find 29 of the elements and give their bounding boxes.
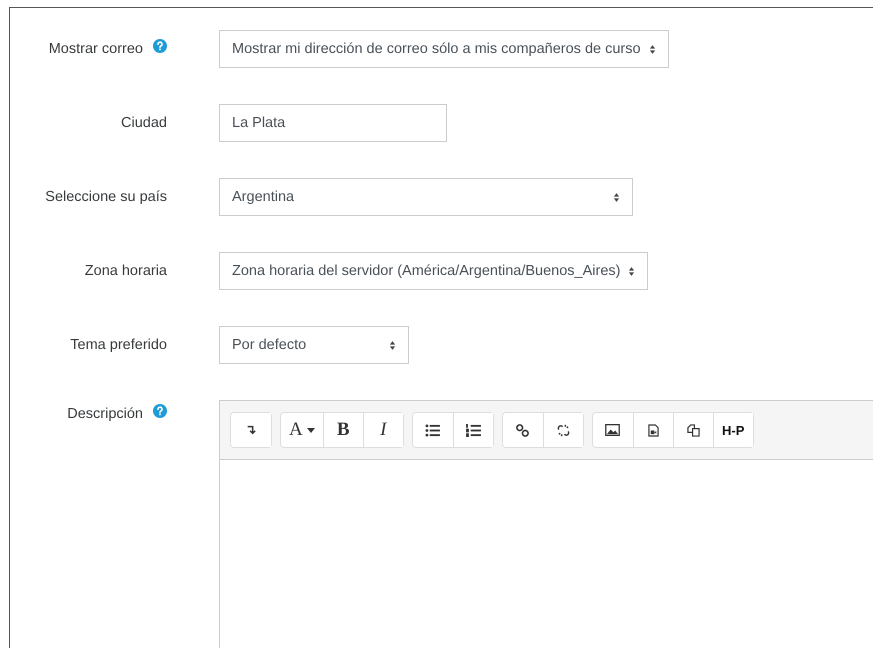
dropdown[interactable]: Argentina (219, 178, 633, 216)
help-icon[interactable] (153, 404, 167, 418)
down-arrow-icon (246, 424, 256, 436)
input-field[interactable]: La Plata (219, 104, 447, 142)
field-label: Tema preferido (70, 337, 167, 353)
video-file-icon (648, 424, 659, 436)
sort-arrows-icon (628, 266, 636, 276)
h5p-button[interactable]: H-P (712, 413, 753, 447)
dropdown[interactable]: Mostrar mi dirección de correo sólo a mis compañeros de curso (219, 30, 669, 68)
sort-arrows-icon (613, 192, 620, 202)
dropdown[interactable]: Por defecto (219, 326, 409, 364)
field-label: Mostrar correo (48, 41, 143, 57)
bullet-list-icon (425, 424, 440, 436)
numbers-button[interactable] (452, 413, 493, 447)
sort-arrows-icon (389, 340, 396, 350)
numbered-list-icon (466, 424, 481, 436)
image-icon (605, 424, 620, 436)
broken-link-icon (556, 424, 570, 436)
copy-icon (686, 424, 700, 436)
link-icon (516, 424, 530, 436)
italic-button[interactable]: I (362, 413, 403, 447)
field-label: Zona horaria (84, 263, 167, 279)
field-label: Seleccione su país (45, 189, 167, 205)
sort-arrows-icon (648, 44, 656, 54)
help-icon[interactable] (153, 39, 167, 53)
field-label: Ciudad (121, 115, 167, 131)
caret-icon (306, 428, 315, 432)
field-label: Descripción (67, 406, 143, 422)
dropdown[interactable]: Zona horaria del servidor (América/Argentina/Buenos_Aires) (219, 252, 648, 290)
